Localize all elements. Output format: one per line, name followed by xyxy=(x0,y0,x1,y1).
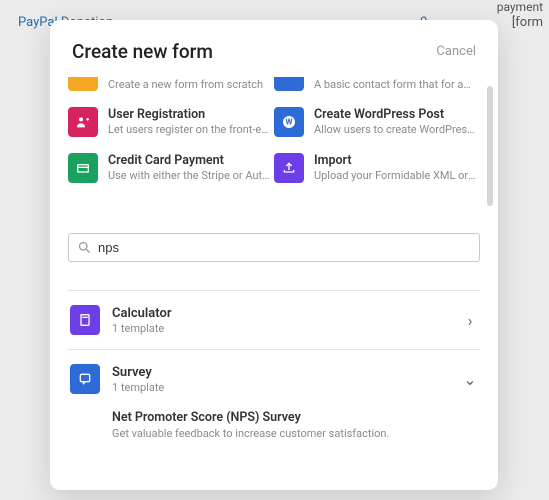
modal-header: Create new form Cancel xyxy=(50,20,498,77)
template-contact[interactable]: A basic contact form that for any Wor… xyxy=(274,77,480,101)
search-wrap xyxy=(68,233,480,262)
survey-icon xyxy=(70,364,100,394)
template-desc: A basic contact form that for any Wor… xyxy=(314,78,476,91)
search-icon xyxy=(77,240,92,255)
template-title: Credit Card Payment xyxy=(108,153,270,168)
cancel-button[interactable]: Cancel xyxy=(436,44,476,59)
template-user-registration[interactable]: User Registration Let users register on … xyxy=(68,101,274,147)
modal-body: Create a new form from scratch A basic c… xyxy=(50,77,498,490)
template-title: Create WordPress Post xyxy=(314,107,476,122)
category-calculator[interactable]: Calculator 1 template › xyxy=(68,290,480,349)
category-title: Calculator xyxy=(112,306,450,321)
svg-text:W: W xyxy=(286,118,293,127)
calculator-icon xyxy=(70,305,100,335)
template-desc: Use with either the Stripe or Authoriz… xyxy=(108,169,270,182)
template-credit-card[interactable]: Credit Card Payment Use with either the … xyxy=(68,147,274,193)
template-grid: Create a new form from scratch A basic c… xyxy=(68,77,480,193)
search-input[interactable] xyxy=(98,240,471,255)
category-survey[interactable]: Survey 1 template ⌄ xyxy=(68,349,480,408)
template-title: User Registration xyxy=(108,107,270,122)
blank-icon xyxy=(68,77,98,91)
upload-icon xyxy=(274,153,304,183)
category-sub: 1 template xyxy=(112,381,450,394)
credit-card-icon xyxy=(68,153,98,183)
category-sub: 1 template xyxy=(112,322,450,335)
template-desc: Allow users to create WordPress post… xyxy=(314,123,476,136)
template-desc: Let users register on the front-end of … xyxy=(108,123,270,136)
template-title: Import xyxy=(314,153,476,168)
user-add-icon xyxy=(68,107,98,137)
contact-icon xyxy=(274,77,304,91)
create-form-modal: Create new form Cancel Create a new form… xyxy=(50,20,498,490)
sub-template-desc: Get valuable feedback to increase custom… xyxy=(112,427,478,440)
template-desc: Create a new form from scratch xyxy=(108,78,270,91)
search-box[interactable] xyxy=(68,233,480,262)
category-title: Survey xyxy=(112,365,450,380)
wordpress-icon: W xyxy=(274,107,304,137)
sub-template-nps[interactable]: Net Promoter Score (NPS) Survey Get valu… xyxy=(68,408,480,454)
template-blank[interactable]: Create a new form from scratch xyxy=(68,77,274,101)
template-desc: Upload your Formidable XML or CSV … xyxy=(314,169,476,182)
chevron-down-icon: ⌄ xyxy=(462,370,478,389)
template-import[interactable]: Import Upload your Formidable XML or CSV… xyxy=(274,147,480,193)
modal-title: Create new form xyxy=(72,40,213,63)
scrollbar[interactable] xyxy=(487,86,493,206)
category-list: Calculator 1 template › Survey 1 templat… xyxy=(68,290,480,454)
chevron-right-icon: › xyxy=(462,311,478,330)
template-wordpress-post[interactable]: W Create WordPress Post Allow users to c… xyxy=(274,101,480,147)
sub-template-title: Net Promoter Score (NPS) Survey xyxy=(112,410,478,425)
